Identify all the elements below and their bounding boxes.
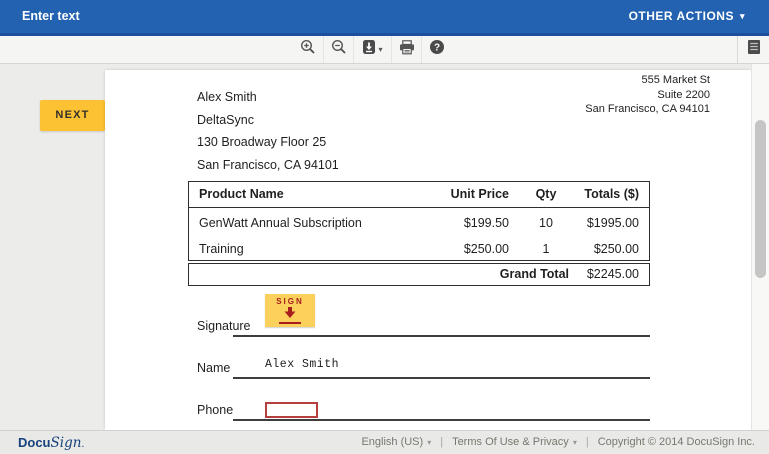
- download-options-caret-icon: ▾: [378, 45, 382, 54]
- cell-product: Training: [199, 236, 244, 262]
- language-label: English (US): [361, 436, 423, 448]
- footer-separator: |: [586, 431, 589, 454]
- footer-links: English (US)▾ | Terms Of Use & Privacy▾ …: [361, 431, 755, 454]
- logo-docu-text: Docu: [18, 435, 51, 450]
- copyright-text: Copyright © 2014 DocuSign Inc.: [598, 431, 755, 454]
- other-actions-button[interactable]: OTHER ACTIONS ▾: [629, 0, 745, 33]
- help-button[interactable]: ?: [421, 36, 451, 63]
- logo-sign-text: Sign: [51, 435, 82, 451]
- table-row: GenWatt Annual Subscription $199.50 10 $…: [189, 210, 649, 236]
- footer-separator: |: [440, 431, 443, 454]
- download-icon: [362, 39, 376, 60]
- cell-total: $250.00: [594, 236, 639, 262]
- cell-qty: 10: [526, 210, 566, 236]
- sender-address-line: Suite 2200: [585, 88, 710, 103]
- zoom-out-button[interactable]: [323, 36, 353, 63]
- chevron-down-icon: ▾: [427, 438, 431, 447]
- download-button[interactable]: ▾: [353, 36, 391, 63]
- table-row: Training $250.00 1 $250.00: [189, 236, 649, 262]
- name-line: [233, 377, 650, 379]
- cell-qty: 1: [526, 236, 566, 262]
- vertical-scrollbar[interactable]: [751, 64, 769, 430]
- cell-total: $1995.00: [587, 210, 639, 236]
- print-icon: [399, 40, 415, 60]
- sender-address-line: 555 Market St: [585, 73, 710, 88]
- zoom-out-icon: [331, 39, 347, 60]
- cell-unit-price: $199.50: [464, 210, 509, 236]
- logo-period: .: [81, 438, 84, 450]
- sender-address-block: 555 Market St Suite 2200 San Francisco, …: [585, 73, 710, 117]
- signature-label: Signature: [197, 319, 251, 333]
- help-icon: ?: [429, 39, 445, 60]
- recipient-address-block: Alex Smith DeltaSync 130 Broadway Floor …: [197, 86, 339, 176]
- phone-label: Phone: [197, 403, 233, 417]
- name-field-value[interactable]: Alex Smith: [265, 358, 339, 371]
- page-thumbnails-icon: [747, 39, 761, 60]
- docusign-signing-window: Enter text OTHER ACTIONS ▾ ▾: [0, 0, 769, 454]
- other-actions-label: OTHER ACTIONS: [629, 9, 734, 23]
- page-thumbnails-toggle-button[interactable]: [737, 36, 769, 63]
- toolbar-button-group: ▾ ?: [293, 36, 451, 63]
- chevron-down-icon: ▾: [573, 438, 577, 447]
- header-bar: Enter text OTHER ACTIONS ▾: [0, 0, 769, 36]
- recipient-company: DeltaSync: [197, 109, 339, 132]
- recipient-name: Alex Smith: [197, 86, 339, 109]
- name-label: Name: [197, 361, 230, 375]
- terms-label: Terms Of Use & Privacy: [452, 436, 569, 448]
- docusign-logo[interactable]: DocuSign.: [18, 431, 84, 454]
- sign-arrow-down-icon: [282, 306, 298, 323]
- footer-bar: DocuSign. English (US) ▾ | Terms Of Use &…: [0, 430, 769, 454]
- invoice-table: Product Name Unit Price Qty Totals ($) G…: [188, 181, 650, 286]
- terms-privacy-link[interactable]: Terms Of Use & Privacy ▾: [452, 431, 577, 454]
- zoom-in-icon: [300, 39, 316, 60]
- print-button[interactable]: [391, 36, 421, 63]
- recipient-street: 130 Broadway Floor 25: [197, 131, 339, 154]
- svg-text:?: ?: [433, 43, 439, 54]
- col-header-totals: Totals ($): [584, 182, 639, 206]
- recipient-city: San Francisco, CA 94101: [197, 154, 339, 177]
- document-page: 555 Market St Suite 2200 San Francisco, …: [105, 70, 751, 430]
- instruction-text: Enter text: [22, 0, 80, 33]
- cell-unit-price: $250.00: [464, 236, 509, 262]
- phone-line: [233, 419, 650, 421]
- phone-field-input[interactable]: [265, 402, 318, 418]
- grand-total-row: Grand Total $2245.00: [188, 263, 650, 286]
- invoice-table-header-row: Product Name Unit Price Qty Totals ($): [188, 181, 650, 208]
- next-button[interactable]: NEXT: [40, 100, 105, 131]
- document-toolbar: ▾ ?: [0, 36, 769, 64]
- language-selector[interactable]: English (US) ▾: [361, 431, 431, 454]
- invoice-table-body: GenWatt Annual Subscription $199.50 10 $…: [188, 207, 650, 261]
- grand-total-label: Grand Total: [500, 264, 569, 284]
- signature-line[interactable]: [233, 335, 650, 337]
- grand-total-value: $2245.00: [587, 264, 639, 284]
- sign-tag-label: SIGN: [265, 294, 315, 306]
- cell-product: GenWatt Annual Subscription: [199, 210, 362, 236]
- sign-tag-underline: [279, 322, 301, 324]
- col-header-product: Product Name: [199, 182, 284, 206]
- col-header-unit-price: Unit Price: [451, 182, 509, 206]
- scrollbar-thumb[interactable]: [755, 120, 766, 278]
- sign-here-tag[interactable]: SIGN: [265, 294, 315, 327]
- col-header-qty: Qty: [526, 182, 566, 206]
- zoom-in-button[interactable]: [293, 36, 323, 63]
- sender-address-line: San Francisco, CA 94101: [585, 102, 710, 117]
- chevron-down-icon: ▾: [740, 11, 745, 21]
